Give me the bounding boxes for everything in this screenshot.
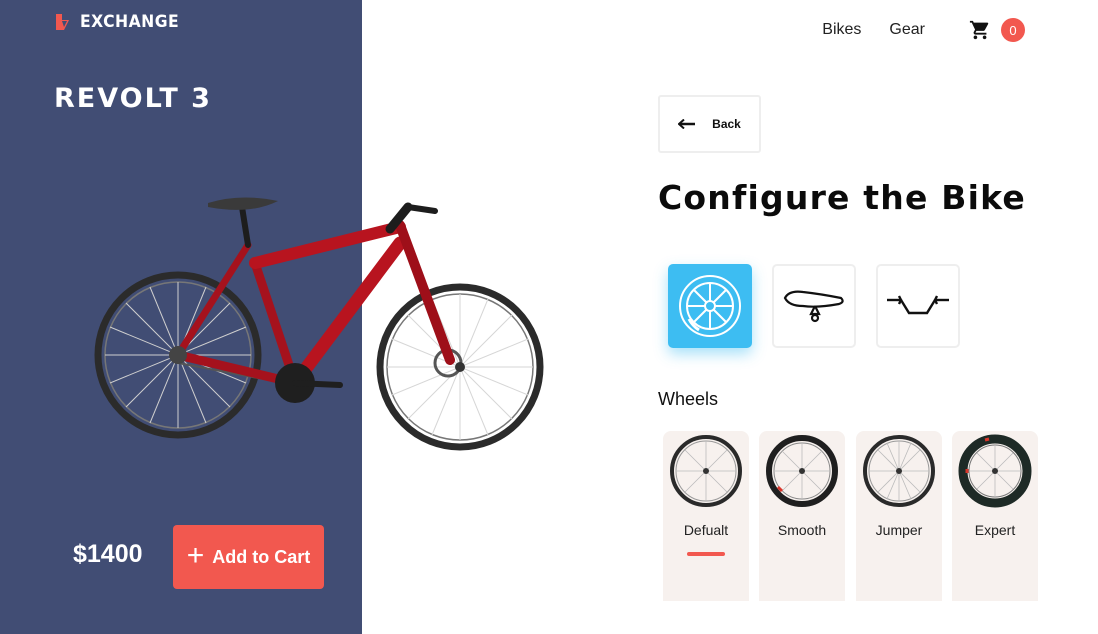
page: EXCHANGE REVOLT 3 $1400 + Add to Cart Bi…	[0, 0, 1098, 634]
nav-link-gear[interactable]: Gear	[889, 21, 925, 39]
logo[interactable]: EXCHANGE	[54, 12, 188, 32]
product-price: $1400	[73, 540, 143, 568]
wheel-thumbnail	[958, 434, 1032, 508]
arrow-left-icon	[678, 119, 696, 129]
tab-saddle[interactable]	[772, 264, 856, 348]
wheel-option-label: Smooth	[777, 522, 827, 538]
back-label: Back	[712, 117, 741, 131]
selected-indicator	[687, 552, 725, 556]
top-nav: Bikes Gear 0	[822, 18, 1025, 42]
wheel-icon	[679, 275, 741, 337]
bike-image	[94, 197, 544, 451]
shopping-cart-icon	[969, 20, 989, 40]
plus-icon: +	[186, 538, 205, 572]
saddle-icon	[783, 290, 844, 323]
product-title: REVOLT 3	[54, 83, 212, 114]
wheel-option-smooth[interactable]: Smooth	[759, 431, 845, 601]
wheel-option-label: Jumper	[875, 522, 923, 538]
wheel-option-defualt[interactable]: Defualt	[663, 431, 749, 601]
tab-wheels[interactable]	[668, 264, 752, 348]
logo-mark-icon	[56, 14, 69, 30]
section-label: Wheels	[658, 389, 719, 409]
nav-link-bikes[interactable]: Bikes	[822, 21, 861, 39]
add-to-cart-label: Add to Cart	[212, 546, 311, 567]
wheel-option-expert[interactable]: Expert	[952, 431, 1038, 601]
page-title: Configure the Bike	[658, 178, 1026, 217]
wheel-thumbnail	[766, 435, 838, 507]
brand-name: EXCHANGE	[80, 12, 180, 32]
wheel-option-label: Expert	[974, 522, 1016, 538]
wheel-option-jumper[interactable]: Jumper	[856, 431, 942, 601]
add-to-cart-button[interactable]: + Add to Cart	[173, 525, 324, 589]
cart-count-badge: 0	[1001, 18, 1025, 42]
cart-button[interactable]: 0	[969, 18, 1025, 42]
handlebar-icon	[887, 295, 949, 315]
back-button[interactable]: Back	[658, 95, 761, 153]
wheel-thumbnail	[863, 435, 935, 507]
wheel-thumbnail	[670, 435, 742, 507]
tab-handlebar[interactable]	[876, 264, 960, 348]
wheel-option-label: Defualt	[683, 522, 729, 538]
